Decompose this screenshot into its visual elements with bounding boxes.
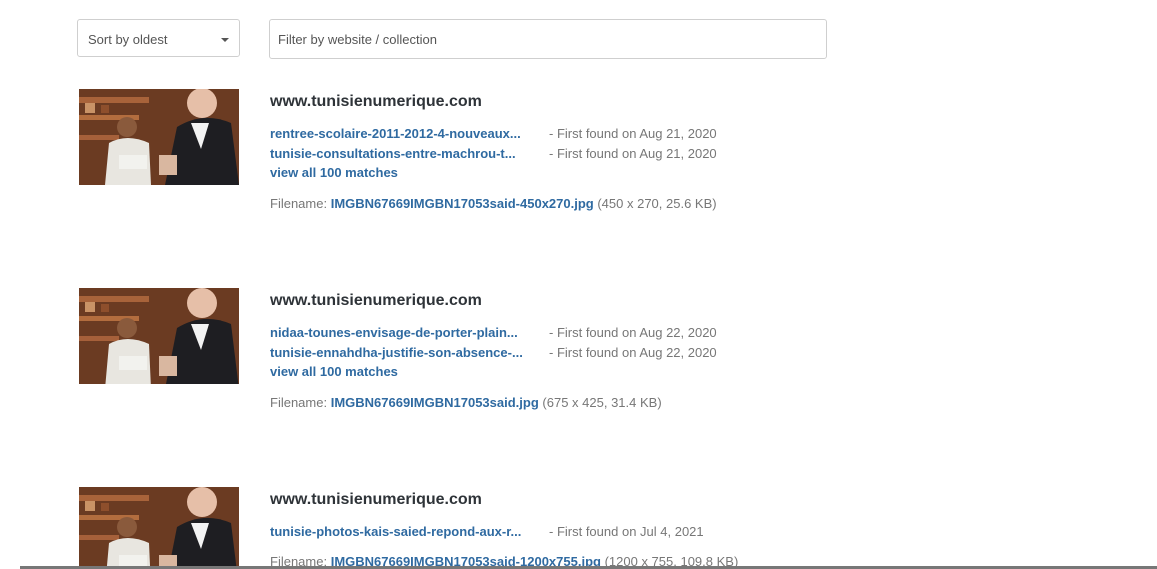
first-found-text: - First found on Aug 22, 2020 <box>549 345 717 360</box>
match-item: rentree-scolaire-2011-2012-4-nouveaux...… <box>270 126 717 146</box>
result-site-link[interactable]: www.tunisienumerique.com <box>270 292 482 310</box>
filename-link[interactable]: IMGBN67669IMGBN17053said-450x270.jpg <box>331 196 594 211</box>
match-list: tunisie-photos-kais-saied-repond-aux-r..… <box>270 524 704 544</box>
file-info: Filename: IMGBN67669IMGBN17053said.jpg (… <box>270 395 662 410</box>
match-list: rentree-scolaire-2011-2012-4-nouveaux...… <box>270 126 717 186</box>
file-meta: (450 x 270, 25.6 KB) <box>597 196 717 211</box>
file-meta: (675 x 425, 31.4 KB) <box>542 395 662 410</box>
match-list: nidaa-tounes-envisage-de-porter-plain...… <box>270 325 717 385</box>
file-info: Filename: IMGBN67669IMGBN17053said-450x2… <box>270 196 717 211</box>
first-found-text: - First found on Jul 4, 2021 <box>549 524 704 539</box>
result-site-link[interactable]: www.tunisienumerique.com <box>270 491 482 509</box>
first-found-text: - First found on Aug 22, 2020 <box>549 325 717 340</box>
view-all-matches-link[interactable]: view all 100 matches <box>270 365 717 385</box>
match-item: tunisie-photos-kais-saied-repond-aux-r..… <box>270 524 704 544</box>
match-link[interactable]: tunisie-photos-kais-saied-repond-aux-r..… <box>270 524 543 539</box>
sort-dropdown[interactable]: Sort by oldest <box>77 19 240 57</box>
first-found-text: - First found on Aug 21, 2020 <box>549 126 717 141</box>
match-link[interactable]: tunisie-ennahdha-justifie-son-absence-..… <box>270 345 543 360</box>
chevron-down-icon <box>221 38 229 42</box>
result-thumbnail[interactable] <box>79 89 239 185</box>
result-thumbnail[interactable] <box>79 487 239 569</box>
match-link[interactable]: tunisie-consultations-entre-machrou-t... <box>270 146 543 161</box>
match-item: tunisie-consultations-entre-machrou-t...… <box>270 146 717 166</box>
match-link[interactable]: nidaa-tounes-envisage-de-porter-plain... <box>270 325 543 340</box>
sort-dropdown-label: Sort by oldest <box>88 32 168 47</box>
filename-label: Filename: <box>270 395 328 410</box>
match-item: nidaa-tounes-envisage-de-porter-plain...… <box>270 325 717 345</box>
result-site-link[interactable]: www.tunisienumerique.com <box>270 93 482 111</box>
match-link[interactable]: rentree-scolaire-2011-2012-4-nouveaux... <box>270 126 543 141</box>
match-item: tunisie-ennahdha-justifie-son-absence-..… <box>270 345 717 365</box>
filter-input[interactable] <box>269 19 827 59</box>
view-all-matches-link[interactable]: view all 100 matches <box>270 166 717 186</box>
filename-label: Filename: <box>270 196 328 211</box>
filename-link[interactable]: IMGBN67669IMGBN17053said.jpg <box>331 395 539 410</box>
first-found-text: - First found on Aug 21, 2020 <box>549 146 717 161</box>
result-thumbnail[interactable] <box>79 288 239 384</box>
